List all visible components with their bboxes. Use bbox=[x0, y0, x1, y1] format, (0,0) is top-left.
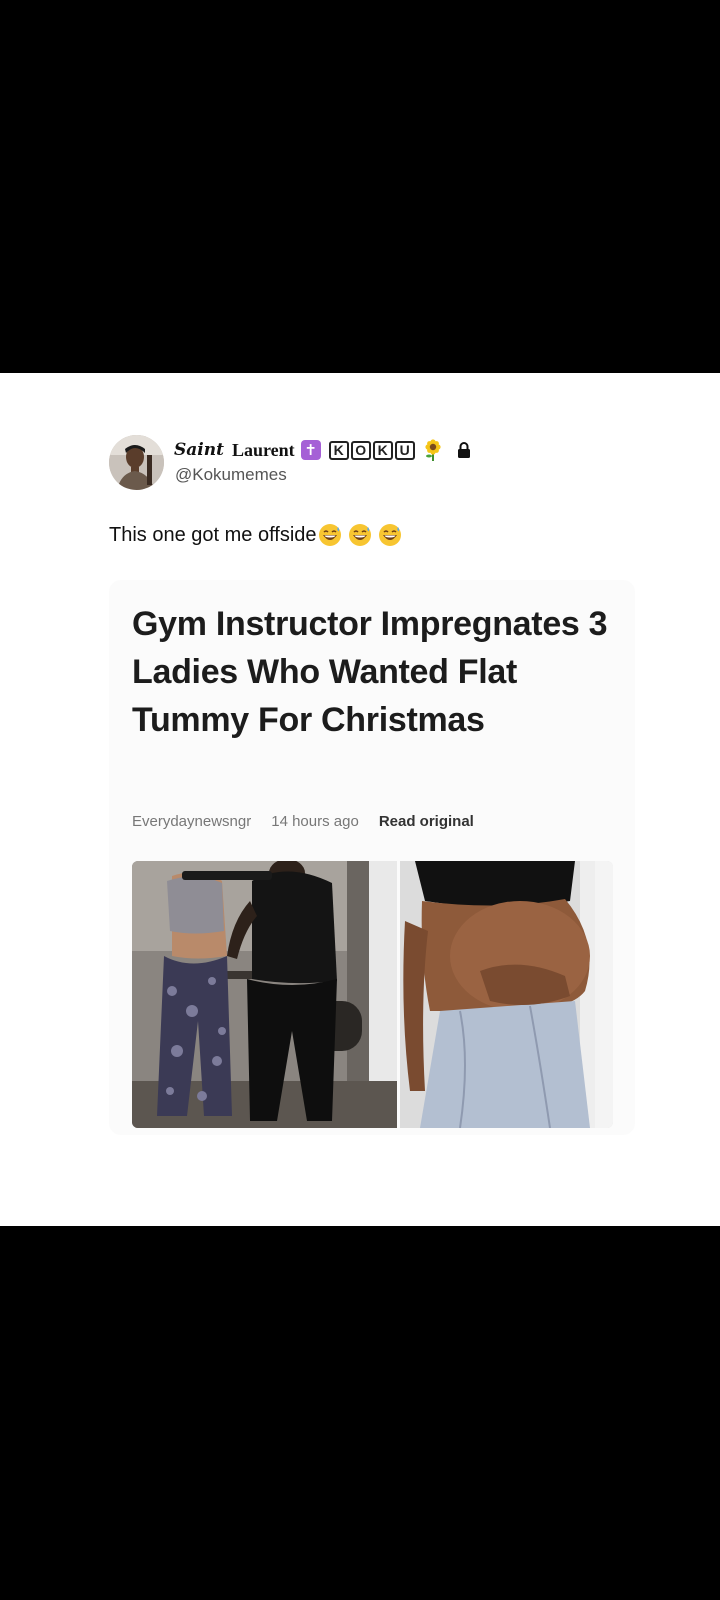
tweet-text: This one got me offside bbox=[109, 523, 402, 547]
sunflower-icon bbox=[425, 439, 441, 461]
article-preview[interactable]: Gym Instructor Impregnates 3 Ladies Who … bbox=[109, 580, 635, 1135]
gym-training-photo bbox=[132, 861, 397, 1128]
avatar[interactable] bbox=[109, 435, 164, 490]
grinning-sweat-emoji-icon bbox=[378, 524, 401, 546]
badge-letter: U bbox=[394, 440, 415, 460]
author-name-rest: Laurent bbox=[231, 439, 295, 460]
author-name[interactable]: Saint Laurent ✝ K O K U bbox=[174, 437, 471, 463]
lock-icon bbox=[457, 442, 470, 458]
article-time: 14 hours ago bbox=[271, 813, 359, 830]
screen: Saint Laurent ✝ K O K U @Kokumemes This … bbox=[0, 0, 720, 1600]
tweet-card[interactable]: Saint Laurent ✝ K O K U @Kokumemes This … bbox=[0, 373, 720, 1226]
latin-cross-icon: ✝ bbox=[300, 440, 321, 460]
badge-letter: K bbox=[328, 440, 349, 460]
article-source: Everydaynewsngr bbox=[132, 813, 252, 830]
emoji-group bbox=[318, 523, 402, 547]
tweet-text-body: This one got me offside bbox=[109, 523, 317, 546]
author-handle[interactable]: @Kokumemes bbox=[175, 465, 287, 485]
badge-letter: K bbox=[372, 440, 393, 460]
author-name-styled: Saint bbox=[174, 440, 224, 460]
article-headline: Gym Instructor Impregnates 3 Ladies Who … bbox=[132, 605, 608, 739]
pregnant-belly-photo bbox=[400, 861, 613, 1128]
badge-letter: O bbox=[350, 440, 371, 460]
grinning-sweat-emoji-icon bbox=[348, 524, 371, 546]
read-original-link[interactable]: Read original bbox=[379, 813, 474, 830]
article-images[interactable] bbox=[132, 861, 613, 1128]
article-meta: Everydaynewsngr 14 hours ago Read origin… bbox=[132, 813, 474, 830]
koku-badge: K O K U bbox=[328, 440, 415, 460]
grinning-sweat-emoji-icon bbox=[318, 524, 341, 546]
